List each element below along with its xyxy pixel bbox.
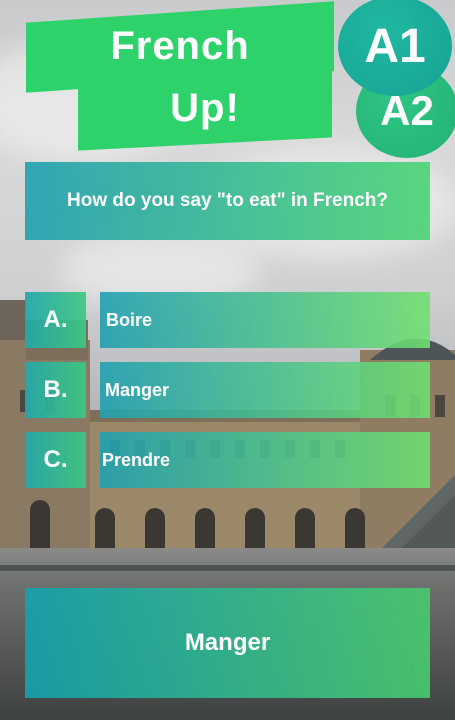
app-title-line2: Up! (170, 86, 240, 130)
option-c-text: Prendre (102, 449, 171, 470)
option-a-text: Boire (106, 309, 153, 330)
option-b-letter: B. (25, 362, 86, 418)
option-c-letter: C. (25, 432, 86, 488)
question-box: How do you say "to eat" in French? (25, 162, 430, 240)
option-b-button[interactable]: Manger (100, 362, 430, 418)
option-a-button[interactable]: Boire (100, 292, 430, 348)
question-text: How do you say "to eat" in French? (67, 190, 388, 211)
answer-box: Manger (25, 588, 430, 698)
option-a-letter: A. (25, 292, 86, 348)
app-title-line1: French (110, 24, 250, 68)
option-b-text: Manger (105, 379, 170, 400)
level-badge-a1: A1 (338, 0, 452, 96)
answer-text: Manger (184, 629, 271, 656)
option-c-button[interactable]: Prendre (100, 432, 430, 488)
